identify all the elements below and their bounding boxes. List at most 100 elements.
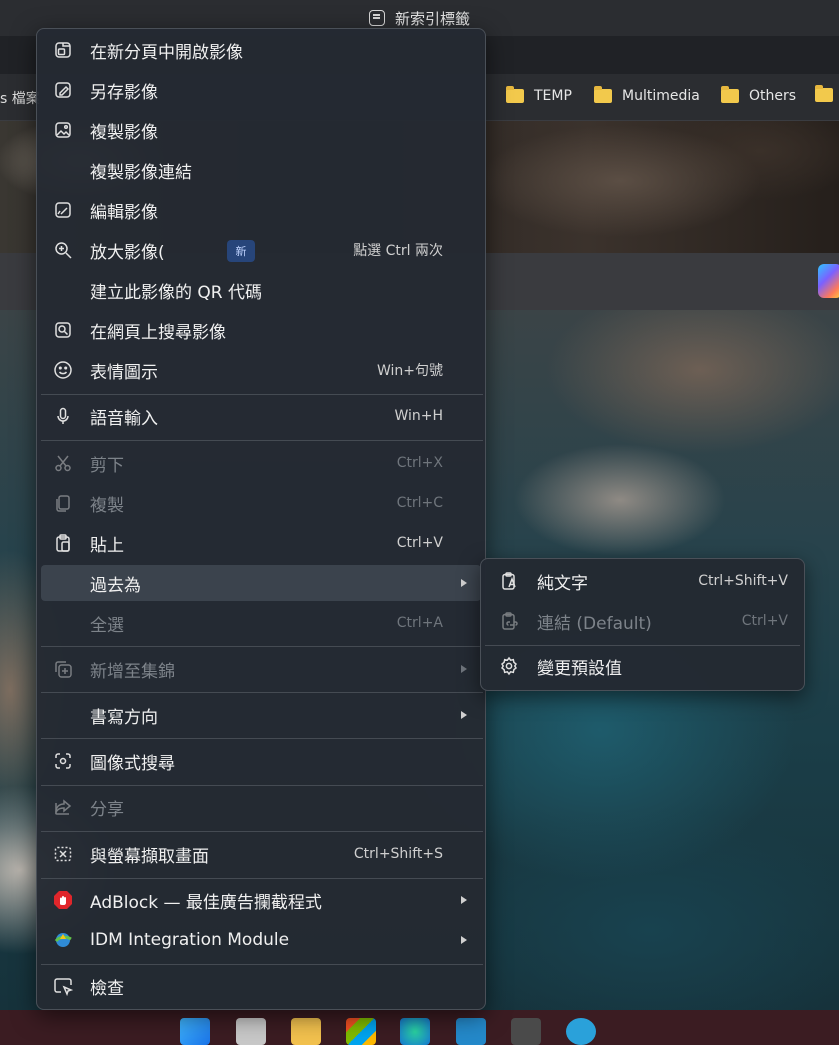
chevron-right-icon <box>461 936 467 944</box>
menu-separator <box>41 878 483 879</box>
menu-cut[interactable]: 剪下 Ctrl+X <box>41 445 481 481</box>
vscode-icon[interactable] <box>456 1018 486 1045</box>
copy-image-icon <box>53 120 73 140</box>
menu-zoom-image[interactable]: 放大影像( 新 點選 Ctrl 兩次 <box>41 232 481 268</box>
menu-item-label: 全選 <box>90 615 124 636</box>
menu-copy-image-link[interactable]: 複製影像連結 <box>41 152 481 188</box>
paste-icon <box>53 533 73 553</box>
submenu-change-default[interactable]: 變更預設值 <box>485 648 802 684</box>
windows-start-icon[interactable] <box>180 1018 210 1045</box>
menu-separator <box>41 440 483 441</box>
collections-icon <box>53 659 73 679</box>
menu-item-label: 剪下 <box>90 455 124 476</box>
bookmark-others[interactable]: Others <box>721 86 796 104</box>
menu-item-label: 貼上 <box>90 535 124 556</box>
paste-as-submenu: 純文字 Ctrl+Shift+V 連結 (Default) Ctrl+V 變更預… <box>480 558 805 691</box>
menu-shortcut: Ctrl+V <box>396 535 443 551</box>
menu-idm-integration[interactable]: IDM Integration Module <box>41 922 481 958</box>
open-image-new-tab-icon <box>53 40 73 60</box>
menu-item-label: AdBlock — 最佳廣告攔截程式 <box>90 892 322 913</box>
bookmark-partial[interactable]: s 檔案 <box>0 88 40 108</box>
emoji-icon <box>53 360 73 380</box>
menu-open-image-new-tab[interactable]: 在新分頁中開啟影像 <box>41 32 481 68</box>
chevron-right-icon <box>461 665 467 673</box>
menu-separator <box>41 964 483 965</box>
menu-voice-typing[interactable]: 語音輸入 Win+H <box>41 398 481 434</box>
menu-separator <box>41 831 483 832</box>
menu-separator <box>41 692 483 693</box>
menu-paste-as[interactable]: 過去為 <box>41 565 481 601</box>
tab-page-icon <box>368 10 385 26</box>
menu-item-label: 編輯影像 <box>90 202 158 223</box>
menu-item-label: 建立此影像的 QR 代碼 <box>90 282 263 303</box>
menu-share[interactable]: 分享 <box>41 789 481 825</box>
folder-icon <box>506 86 524 103</box>
folder-icon <box>721 86 739 103</box>
menu-item-label: 過去為 <box>90 575 141 596</box>
terminal-icon[interactable] <box>511 1018 541 1045</box>
menu-item-label: 新增至集錦 <box>90 661 175 682</box>
screenshot-icon <box>53 844 73 864</box>
menu-writing-direction[interactable]: 書寫方向 <box>41 697 481 733</box>
copilot-icon[interactable] <box>818 264 839 298</box>
menu-shortcut: Ctrl+Shift+V <box>698 573 788 589</box>
telegram-icon[interactable] <box>566 1018 596 1045</box>
menu-visual-search[interactable]: 圖像式搜尋 <box>41 743 481 779</box>
zoom-in-icon <box>53 240 73 260</box>
submenu-plain-text[interactable]: 純文字 Ctrl+Shift+V <box>485 563 802 599</box>
chevron-right-icon <box>461 579 467 587</box>
menu-separator <box>41 646 483 647</box>
menu-item-label: 在新分頁中開啟影像 <box>90 42 243 63</box>
menu-save-image[interactable]: 另存影像 <box>41 72 481 108</box>
menu-separator <box>485 645 800 646</box>
menu-select-all[interactable]: 全選 Ctrl+A <box>41 605 481 641</box>
menu-shortcut: Ctrl+V <box>741 613 788 629</box>
menu-search-image-web[interactable]: 在網頁上搜尋影像 <box>41 312 481 348</box>
menu-item-label: 複製 <box>90 495 124 516</box>
menu-shortcut: Ctrl+C <box>396 495 443 511</box>
menu-edit-image[interactable]: 編輯影像 <box>41 192 481 228</box>
microphone-icon <box>53 406 73 426</box>
bookmark-temp[interactable]: TEMP <box>506 86 572 104</box>
menu-shortcut: Ctrl+X <box>396 455 443 471</box>
new-badge: 新 <box>227 240 255 262</box>
menu-paste[interactable]: 貼上 Ctrl+V <box>41 525 481 561</box>
store-icon[interactable] <box>346 1018 376 1045</box>
menu-create-qr-code[interactable]: 建立此影像的 QR 代碼 <box>41 272 481 308</box>
copy-icon <box>53 493 73 513</box>
bookmark-label: TEMP <box>534 88 572 104</box>
menu-item-label: 表情圖示 <box>90 362 158 383</box>
folder-icon <box>815 85 833 102</box>
tab-title[interactable]: 新索引標籤 <box>395 8 470 29</box>
settings-icon <box>499 656 519 676</box>
menu-add-to-collections[interactable]: 新增至集錦 <box>41 651 481 687</box>
menu-shortcut: 點選 Ctrl 兩次 <box>353 243 443 259</box>
menu-item-label: 另存影像 <box>90 82 158 103</box>
menu-screenshot[interactable]: 與螢幕擷取畫面 Ctrl+Shift+S <box>41 836 481 872</box>
bookmark-multimedia[interactable]: Multimedia <box>594 86 700 104</box>
menu-separator <box>41 785 483 786</box>
save-image-icon <box>53 80 73 100</box>
menu-item-label: 連結 (Default) <box>537 613 652 634</box>
menu-item-label: 複製影像 <box>90 122 158 143</box>
menu-item-label: 語音輸入 <box>90 408 158 429</box>
menu-emoji[interactable]: 表情圖示 Win+句號 <box>41 352 481 388</box>
idm-icon <box>53 930 73 950</box>
menu-shortcut: Ctrl+Shift+S <box>353 846 443 862</box>
menu-copy[interactable]: 複製 Ctrl+C <box>41 485 481 521</box>
menu-shortcut: Win+H <box>394 408 443 424</box>
bookmark-overflow[interactable] <box>815 85 839 102</box>
submenu-link-default[interactable]: 連結 (Default) Ctrl+V <box>485 603 802 639</box>
edit-image-icon <box>53 200 73 220</box>
menu-adblock[interactable]: AdBlock — 最佳廣告攔截程式 <box>41 882 481 918</box>
link-paste-icon <box>499 611 519 631</box>
visual-search-icon <box>53 751 73 771</box>
taskbar-app-icon[interactable] <box>236 1018 266 1045</box>
menu-item-label: 檢查 <box>90 978 124 999</box>
file-explorer-icon[interactable] <box>291 1018 321 1045</box>
edge-icon[interactable] <box>400 1018 430 1045</box>
menu-item-label: 分享 <box>90 799 124 820</box>
share-icon <box>53 797 73 817</box>
menu-copy-image[interactable]: 複製影像 <box>41 112 481 148</box>
menu-inspect[interactable]: 檢查 <box>41 968 481 1004</box>
